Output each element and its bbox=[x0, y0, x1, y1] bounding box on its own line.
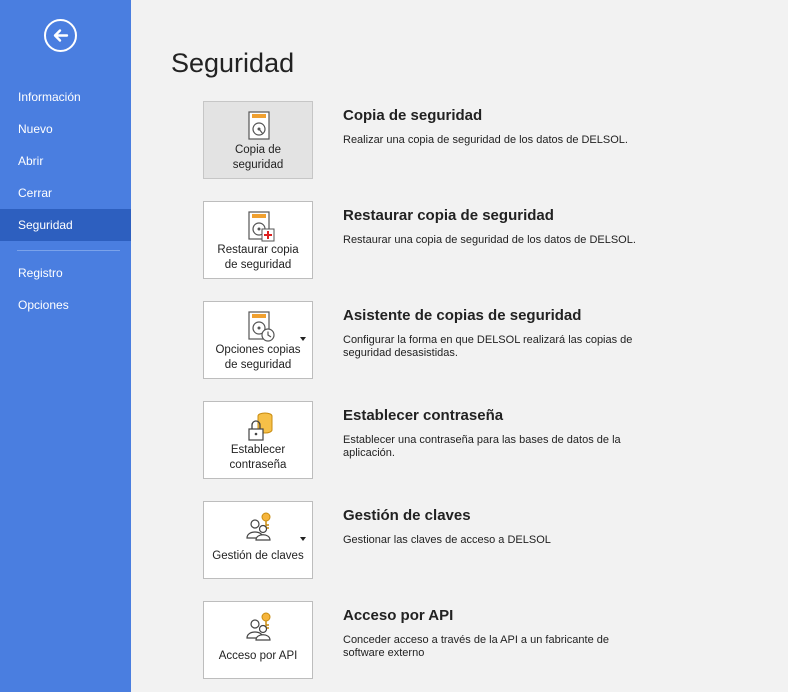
restore-tile-button[interactable]: Restaurar copia de seguridad bbox=[203, 201, 313, 279]
restore-title: Restaurar copia de seguridad bbox=[343, 207, 554, 224]
lock-database-icon bbox=[248, 412, 273, 441]
restore-description: Restaurar una copia de seguridad de los … bbox=[343, 234, 636, 246]
set-password-description: Establecer una contraseña para las bases… bbox=[343, 434, 621, 459]
chevron-down-icon bbox=[300, 337, 306, 341]
sidebar: Información Nuevo Abrir Cerrar Seguridad… bbox=[0, 0, 131, 692]
backup-wizard-description: Configurar la forma en que DELSOL realiz… bbox=[343, 334, 633, 359]
disk-schedule-icon bbox=[248, 311, 275, 342]
sidebar-item-seguridad[interactable]: Seguridad bbox=[0, 209, 131, 241]
tile-label: Acceso por API bbox=[218, 650, 298, 662]
tile-label: Establecer contraseña bbox=[229, 444, 287, 471]
backup-tile-button[interactable]: Copia de seguridad bbox=[203, 101, 313, 179]
backup-description: Realizar una copia de seguridad de los d… bbox=[343, 134, 628, 146]
sidebar-item-nuevo[interactable]: Nuevo bbox=[0, 113, 131, 145]
users-key-icon bbox=[246, 612, 271, 641]
sidebar-item-abrir[interactable]: Abrir bbox=[0, 145, 131, 177]
tile-label: Copia de seguridad bbox=[232, 144, 284, 171]
api-access-title: Acceso por API bbox=[343, 607, 454, 624]
key-management-tile-button[interactable]: Gestión de claves bbox=[203, 501, 313, 579]
backup-title: Copia de seguridad bbox=[343, 107, 483, 124]
backup-options-tile-button[interactable]: Opciones copias de seguridad bbox=[203, 301, 313, 379]
api-access-description: Conceder acceso a través de la API a un … bbox=[343, 634, 609, 659]
back-button[interactable] bbox=[44, 19, 77, 52]
sidebar-item-cerrar[interactable]: Cerrar bbox=[0, 177, 131, 209]
key-management-title: Gestión de claves bbox=[343, 507, 471, 524]
users-key-icon bbox=[246, 512, 271, 541]
sidebar-item-opciones[interactable]: Opciones bbox=[0, 289, 131, 321]
tile-label: Opciones copias de seguridad bbox=[215, 344, 301, 371]
chevron-down-icon bbox=[300, 537, 306, 541]
sidebar-item-registro[interactable]: Registro bbox=[0, 257, 131, 289]
back-arrow-icon bbox=[53, 29, 69, 42]
disk-restore-icon bbox=[248, 211, 275, 242]
key-management-description: Gestionar las claves de acceso a DELSOL bbox=[343, 534, 551, 546]
set-password-title: Establecer contraseña bbox=[343, 407, 504, 424]
set-password-tile-button[interactable]: Establecer contraseña bbox=[203, 401, 313, 479]
sidebar-divider bbox=[17, 250, 120, 251]
api-access-tile-button[interactable]: Acceso por API bbox=[203, 601, 313, 679]
backup-wizard-title: Asistente de copias de seguridad bbox=[343, 307, 582, 324]
page-title: Seguridad bbox=[171, 48, 295, 78]
disk-backup-icon bbox=[248, 111, 270, 140]
sidebar-item-informacion[interactable]: Información bbox=[0, 81, 131, 113]
tile-label: Restaurar copia de seguridad bbox=[217, 244, 299, 271]
tile-label: Gestión de claves bbox=[212, 550, 304, 562]
